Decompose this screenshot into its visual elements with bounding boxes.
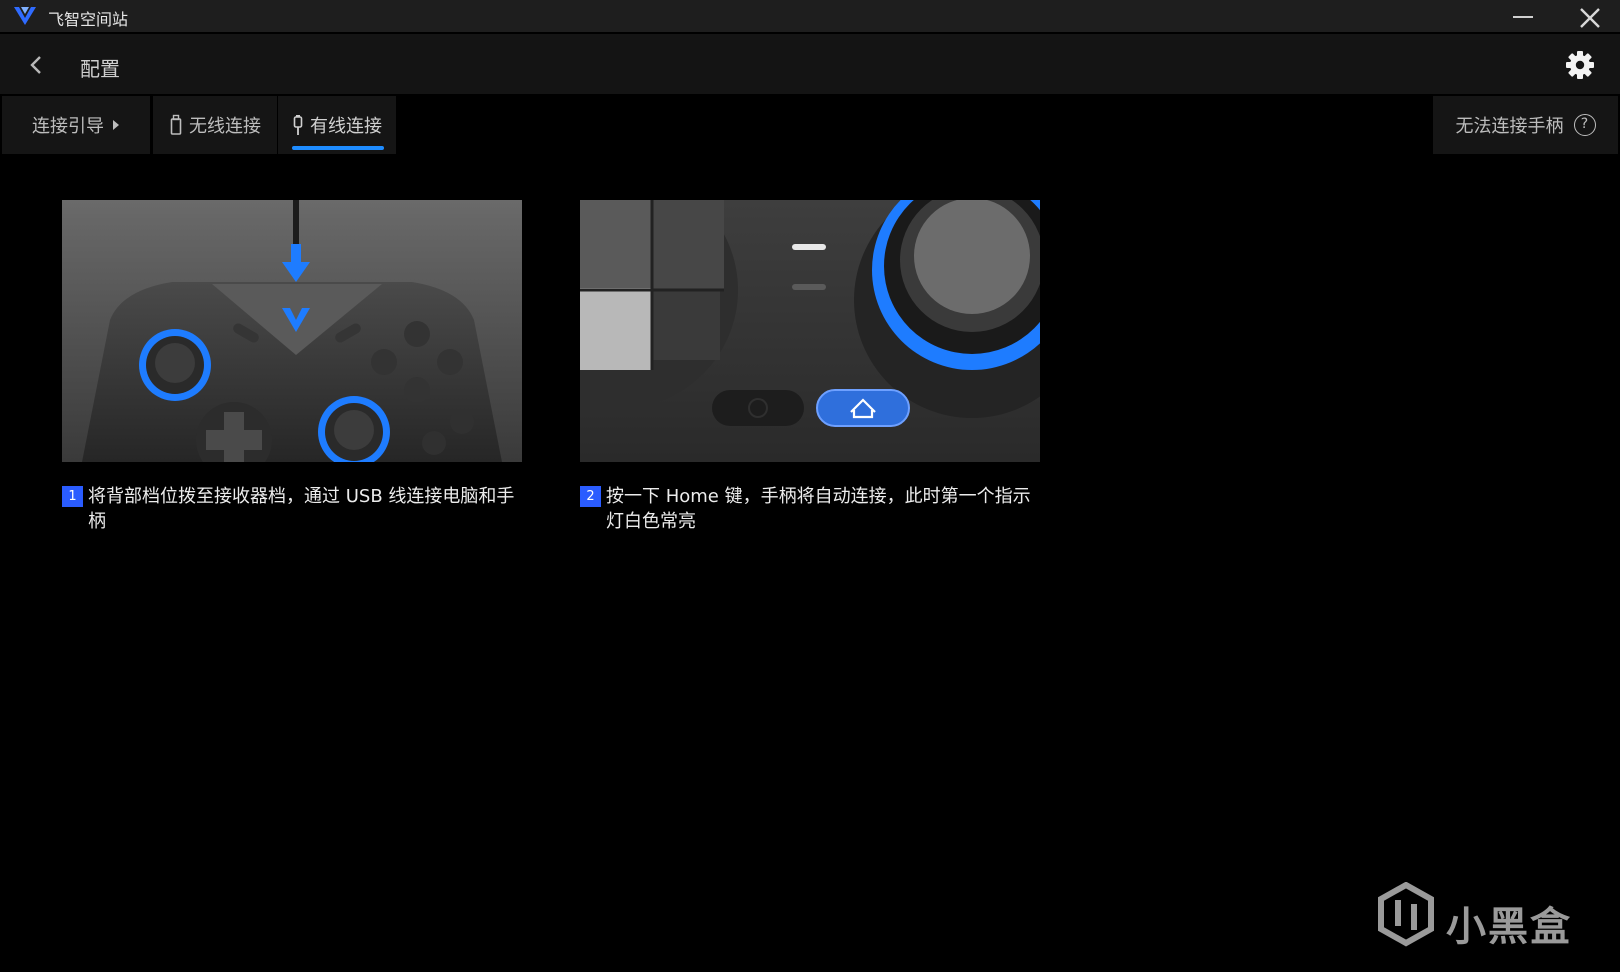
step-1-text: 将背部档位拨至接收器档，通过 USB 线连接电脑和手柄 <box>88 486 515 532</box>
minimize-button[interactable] <box>1510 0 1558 34</box>
question-circle-icon: ? <box>1573 114 1596 136</box>
close-icon <box>1580 8 1600 28</box>
tab-wired-label: 有线连接 <box>310 116 382 137</box>
app-title: 飞智空间站 <box>48 10 129 29</box>
usb-dongle-icon <box>169 114 183 136</box>
back-button[interactable] <box>22 48 52 82</box>
controller-usb-illustration <box>62 200 522 462</box>
tab-bar: 连接引导 无线连接 有线连接 无法连接手柄 ? <box>0 96 1620 154</box>
help-label: 无法连接手柄 <box>1455 116 1564 137</box>
gear-icon <box>1566 51 1594 79</box>
settings-button[interactable] <box>1562 47 1598 83</box>
xiaoheihe-watermark: 小黑盒 <box>1376 881 1576 950</box>
tab-wireless[interactable]: 无线连接 <box>153 96 277 154</box>
cannot-connect-help-button[interactable]: 无法连接手柄 ? <box>1433 96 1618 154</box>
tab-wireless-label: 无线连接 <box>189 116 261 137</box>
page-title: 配置 <box>80 57 120 81</box>
step-number-badge: 1 <box>62 486 83 507</box>
tab-connection-guide[interactable]: 连接引导 <box>2 96 150 154</box>
chevron-left-icon <box>30 56 41 74</box>
tab-guide-label: 连接引导 <box>32 116 104 137</box>
step-card-1: 1 将背部档位拨至接收器档，通过 USB 线连接电脑和手柄 <box>62 200 522 534</box>
step-2-caption: 2 按一下 Home 键，手柄将自动连接，此时第一个指示灯白色常亮 <box>580 484 1040 534</box>
close-button[interactable] <box>1572 0 1620 34</box>
home-button-illustration <box>580 200 1040 462</box>
step-number-badge: 2 <box>580 486 601 507</box>
watermark-text: 小黑盒 <box>1446 904 1572 950</box>
step-2-text: 按一下 Home 键，手柄将自动连接，此时第一个指示灯白色常亮 <box>606 486 1031 532</box>
caret-right-icon <box>112 119 120 131</box>
title-bar: 飞智空间站 <box>0 0 1620 34</box>
tab-wired[interactable]: 有线连接 <box>278 96 396 154</box>
step-card-2: 2 按一下 Home 键，手柄将自动连接，此时第一个指示灯白色常亮 <box>580 200 1040 534</box>
step-1-caption: 1 将背部档位拨至接收器档，通过 USB 线连接电脑和手柄 <box>62 484 522 534</box>
cable-plug-icon <box>292 114 304 136</box>
page-header: 配置 <box>0 34 1620 96</box>
xiaoheihe-logo-icon <box>1378 881 1434 947</box>
active-tab-indicator <box>292 146 384 150</box>
app-logo-icon <box>14 7 36 25</box>
